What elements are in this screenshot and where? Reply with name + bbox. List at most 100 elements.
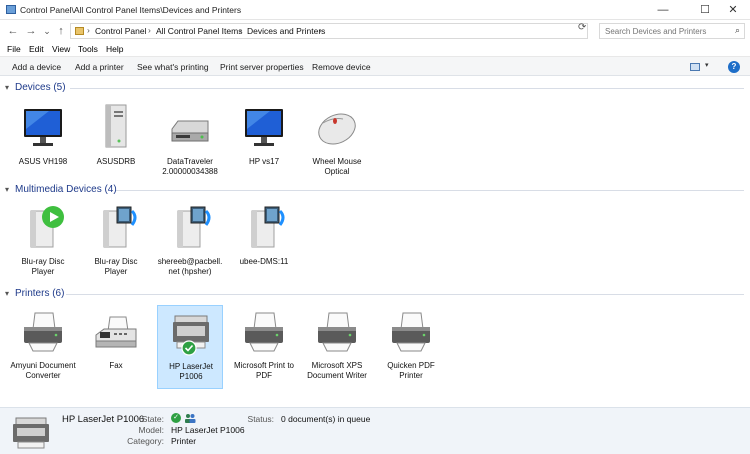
device-label: Wheel Mouse Optical <box>312 157 362 176</box>
breadcrumb-separator[interactable]: › <box>239 25 242 35</box>
collapse-chevron-icon[interactable]: ▾ <box>5 83 9 92</box>
control-panel-icon <box>75 27 84 35</box>
up-arrow-icon[interactable]: ↑ <box>54 24 68 38</box>
collapse-chevron-icon[interactable]: ▾ <box>5 289 9 298</box>
media-server-icon <box>177 206 211 248</box>
category-value: Printer <box>171 436 197 446</box>
device-label: Blu-ray Disc Player <box>21 257 65 276</box>
search-box[interactable]: ⌕ <box>599 23 745 39</box>
printer-item-quicken-pdf[interactable]: Quicken PDF Printer <box>378 305 444 389</box>
search-icon[interactable]: ⌕ <box>735 25 740 36</box>
search-input[interactable] <box>600 24 728 38</box>
printer-label: Amyuni Document Converter <box>10 361 76 380</box>
device-item-shereeb[interactable]: shereeb@pacbell.net (hpsher) <box>157 201 223 285</box>
breadcrumb-separator[interactable]: › <box>319 25 322 35</box>
refresh-icon[interactable]: ⟳ <box>578 22 586 33</box>
device-label: ASUS VH198 <box>18 157 68 166</box>
menu-file[interactable]: File <box>7 44 21 54</box>
address-bar: ← → ⌄ ↑ › Control Panel › All Control Pa… <box>0 20 750 42</box>
print-server-properties-button[interactable]: Print server properties <box>220 62 304 72</box>
minimize-button[interactable]: — <box>646 0 680 20</box>
printer-icon <box>24 312 62 352</box>
printer-icon <box>318 312 356 352</box>
media-server-icon <box>103 206 137 248</box>
printer-item-ms-xps-writer[interactable]: Microsoft XPS Document Writer <box>304 305 370 389</box>
printer-item-hp-laserjet[interactable]: HP LaserJet P1006 <box>157 305 223 389</box>
help-icon[interactable]: ? <box>728 61 740 73</box>
group-header-printers[interactable]: ▾ Printers (6) <box>0 286 750 302</box>
details-pane: HP LaserJet P1006 State: ✓ Model: HP Las… <box>0 407 750 454</box>
group-header-devices[interactable]: ▾ Devices (5) <box>0 80 750 96</box>
media-player-icon <box>30 206 64 248</box>
breadcrumb-separator[interactable]: › <box>148 25 151 35</box>
monitor-icon <box>245 109 283 146</box>
view-options-chevron-icon[interactable]: ▾ <box>705 61 709 69</box>
printer-label: Fax <box>109 361 123 370</box>
breadcrumb-devices-printers[interactable]: Devices and Printers <box>247 26 325 36</box>
device-label: Blu-ray Disc Player <box>94 257 138 276</box>
printer-icon <box>245 312 283 352</box>
device-item-bluray-1[interactable]: Blu-ray Disc Player <box>10 201 76 285</box>
device-label: ASUSDRB <box>96 157 136 166</box>
remove-device-button[interactable]: Remove device <box>312 62 371 72</box>
media-server-icon <box>251 206 285 248</box>
model-label: Model: <box>138 425 164 435</box>
add-device-button[interactable]: Add a device <box>12 62 61 72</box>
menu-bar: File Edit View Tools Help <box>0 42 750 56</box>
window-title: Control Panel\All Control Panel Items\De… <box>20 5 242 15</box>
collapse-chevron-icon[interactable]: ▾ <box>5 185 9 194</box>
group-title-multimedia: Multimedia Devices (4) <box>15 184 117 195</box>
fax-icon <box>95 316 137 348</box>
device-item-ubee-dms[interactable]: ubee-DMS:11 <box>231 201 297 285</box>
menu-view[interactable]: View <box>52 44 70 54</box>
device-item-datatraveler[interactable]: DataTraveler 2.00000034388 <box>157 101 223 185</box>
recent-locations-chevron-icon[interactable]: ⌄ <box>40 24 54 38</box>
close-button[interactable]: ✕ <box>716 0 750 20</box>
back-arrow-icon[interactable]: ← <box>6 24 20 38</box>
menu-tools[interactable]: Tools <box>78 44 98 54</box>
device-item-wheel-mouse[interactable]: Wheel Mouse Optical <box>304 101 370 185</box>
shared-users-icon <box>185 414 196 423</box>
printer-label: HP LaserJet P1006 <box>169 362 213 381</box>
add-printer-button[interactable]: Add a printer <box>75 62 124 72</box>
printer-label: Microsoft XPS Document Writer <box>307 361 367 380</box>
device-item-asusdrb[interactable]: ASUSDRB <box>83 101 149 185</box>
printer-label: Quicken PDF Printer <box>387 361 435 380</box>
printer-item-amyuni[interactable]: Amyuni Document Converter <box>10 305 76 389</box>
device-label: HP vs17 <box>248 157 280 166</box>
laser-printer-icon <box>13 417 49 449</box>
device-label: shereeb@pacbell.net (hpsher) <box>157 257 223 276</box>
group-title-printers: Printers (6) <box>15 288 65 299</box>
title-bar: Control Panel\All Control Panel Items\De… <box>0 0 750 20</box>
device-item-hp-vs17[interactable]: HP vs17 <box>231 101 297 185</box>
tower-computer-icon <box>105 104 127 148</box>
device-label: ubee-DMS:11 <box>239 257 289 266</box>
command-bar: Add a device Add a printer See what's pr… <box>0 56 750 76</box>
printer-label: Microsoft Print to PDF <box>233 361 294 380</box>
see-whats-printing-button[interactable]: See what's printing <box>137 62 209 72</box>
device-item-asus-vh198[interactable]: ASUS VH198 <box>10 101 76 185</box>
group-title-devices: Devices (5) <box>15 82 66 93</box>
change-view-icon[interactable] <box>690 63 700 71</box>
breadcrumb-control-panel[interactable]: Control Panel <box>95 26 147 36</box>
folder-app-icon <box>6 5 16 14</box>
laser-printer-icon <box>173 315 209 356</box>
printer-item-ms-print-to-pdf[interactable]: Microsoft Print to PDF <box>231 305 297 389</box>
usb-drive-icon <box>171 120 209 142</box>
device-item-bluray-2[interactable]: Blu-ray Disc Player <box>83 201 149 285</box>
breadcrumb-separator[interactable]: › <box>87 25 90 35</box>
group-header-multimedia[interactable]: ▾ Multimedia Devices (4) <box>0 182 750 198</box>
printer-item-fax[interactable]: Fax <box>83 305 149 389</box>
mouse-icon <box>318 113 356 145</box>
monitor-icon <box>24 109 62 146</box>
printer-icon <box>392 312 430 352</box>
group-divider <box>66 294 744 295</box>
category-label: Category: <box>127 436 164 446</box>
menu-edit[interactable]: Edit <box>29 44 44 54</box>
breadcrumb-all-items[interactable]: All Control Panel Items <box>156 26 242 36</box>
forward-arrow-icon[interactable]: → <box>24 24 38 38</box>
menu-help[interactable]: Help <box>106 44 123 54</box>
group-divider <box>70 88 744 89</box>
breadcrumb[interactable]: › Control Panel › All Control Panel Item… <box>70 23 588 39</box>
model-value: HP LaserJet P1006 <box>171 425 245 435</box>
